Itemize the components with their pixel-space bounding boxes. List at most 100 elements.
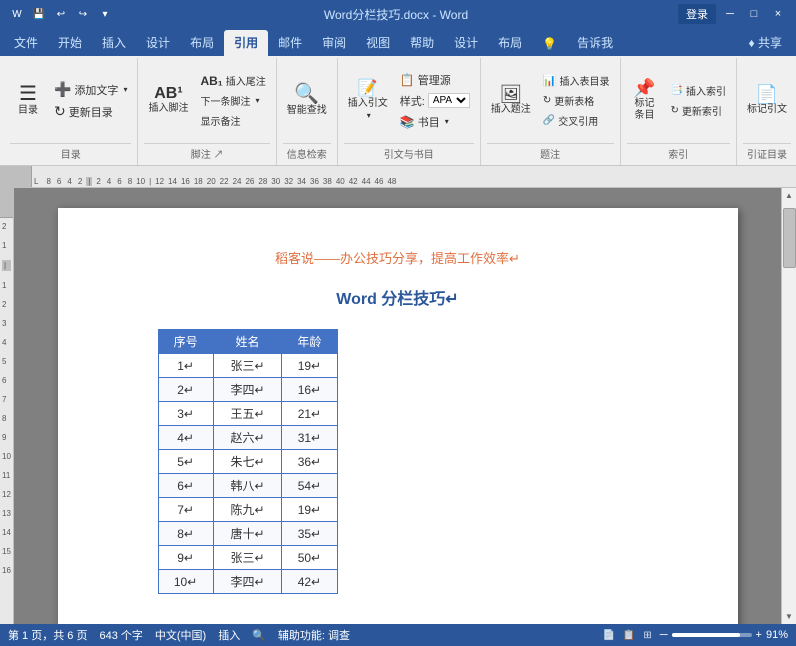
mark-citation-button[interactable]: 📄 标记引文	[743, 83, 791, 118]
minimize-button[interactable]: ─	[720, 4, 740, 24]
table-cell-3-1: 赵六↵	[213, 426, 282, 450]
zoom-filled	[672, 633, 740, 637]
manage-src-icon: 📋	[400, 73, 415, 87]
insert-endnote-button[interactable]: AB₁ 插入尾注	[196, 71, 269, 90]
tab-layout2[interactable]: 布局	[488, 30, 532, 56]
add-text-icon: ➕	[54, 81, 71, 98]
table-row: 4↵赵六↵31↵	[158, 426, 337, 450]
next-footnote-button[interactable]: 下一条脚注 ▾	[196, 91, 269, 110]
zoom-out-icon[interactable]: ─	[660, 629, 668, 641]
captions-group-label: 题注	[487, 143, 614, 163]
fn-arrow-icon: ▾	[255, 96, 259, 105]
maximize-button[interactable]: □	[744, 4, 764, 24]
v-ruler-top	[0, 188, 13, 218]
scroll-track[interactable]	[782, 203, 796, 609]
table-row: 10↵李四↵42↵	[158, 570, 337, 594]
smart-search-button[interactable]: 🔍 智能查找	[283, 82, 331, 119]
insert-index-button[interactable]: 📑 插入索引	[667, 81, 730, 100]
table-row: 9↵张三↵50↵	[158, 546, 337, 570]
search-group-label: 信息检索	[283, 143, 331, 163]
view-page-icon[interactable]: 📄	[602, 630, 614, 641]
table-cell-3-0: 4↵	[158, 426, 213, 450]
style-button[interactable]: 样式: APA	[396, 91, 474, 111]
citations-group-content: 📝 插入引文 ▾ 📋 管理源 样式: APA 📚 书目	[344, 60, 474, 141]
tab-help[interactable]: 帮助	[400, 30, 444, 56]
table-cell-6-1: 陈九↵	[213, 498, 282, 522]
tab-lightbulb-icon[interactable]: 💡	[532, 33, 567, 56]
update-toc-button[interactable]: ↻ 更新目录	[50, 101, 131, 122]
tab-mailings[interactable]: 邮件	[268, 30, 312, 56]
tab-references[interactable]: 引用	[224, 30, 268, 56]
title-bar-right: 登录 ─ □ ×	[678, 4, 788, 24]
tab-design2[interactable]: 设计	[444, 30, 488, 56]
toc-button[interactable]: ☰ 目录	[10, 82, 46, 119]
view-read-icon[interactable]: 📋	[623, 630, 635, 641]
insert-footnote-button[interactable]: AB¹ 插入脚注	[144, 84, 192, 117]
table-cell-0-0: 1↵	[158, 354, 213, 378]
more-qa-icon[interactable]: ▾	[96, 5, 114, 23]
save-icon[interactable]: 💾	[30, 5, 48, 23]
document-area[interactable]: 稻客说——办公技巧分享，提高工作效率↵ Word 分栏技巧↵ 序号 姓名 年龄 …	[14, 188, 781, 624]
footnotes-expand-icon[interactable]: ↗	[213, 150, 223, 161]
table-header-row: 序号 姓名 年龄	[158, 330, 337, 354]
insert-caption-button[interactable]: 🖼 插入题注	[487, 83, 535, 118]
table-cell-2-0: 3↵	[158, 402, 213, 426]
char-count: 643 个字	[99, 627, 142, 643]
update-index-button[interactable]: ↻ 更新索引	[667, 101, 730, 120]
update-table-button[interactable]: ↻ 更新表格	[539, 91, 614, 110]
ribbon-group-toc: ☰ 目录 ➕ 添加文字 ▾ ↻ 更新目录 目录	[4, 58, 138, 165]
table-cell-1-1: 李四↵	[213, 378, 282, 402]
mark-entry-button[interactable]: 📌 标记条目	[627, 77, 663, 124]
tab-share[interactable]: ♦ 共享	[739, 30, 792, 56]
update-index-icon: ↻	[671, 105, 679, 116]
manage-sources-button[interactable]: 📋 管理源	[396, 70, 474, 90]
view-web-icon[interactable]: ⊞	[643, 630, 651, 641]
scroll-down-arrow[interactable]: ▼	[782, 609, 796, 624]
cross-ref-button[interactable]: 🔗 交叉引用	[539, 111, 614, 130]
tab-insert[interactable]: 插入	[92, 30, 136, 56]
status-bar: 第 1 页，共 6 页 643 个字 中文(中国) 插入 🔍 辅助功能: 调查 …	[0, 624, 796, 646]
insert-citation-button[interactable]: 📝 插入引文 ▾	[344, 79, 392, 122]
index-stack: 📑 插入索引 ↻ 更新索引	[667, 81, 730, 120]
index-group-content: 📌 标记条目 📑 插入索引 ↻ 更新索引	[627, 60, 730, 141]
title-bar-left: W 💾 ↩ ↪ ▾	[8, 5, 114, 23]
zoom-in-icon[interactable]: +	[756, 629, 762, 641]
ribbon-group-citations: 📝 插入引文 ▾ 📋 管理源 样式: APA 📚 书目	[338, 58, 481, 165]
close-button[interactable]: ×	[768, 4, 788, 24]
table-cell-4-0: 5↵	[158, 450, 213, 474]
table-cell-8-2: 50↵	[282, 546, 337, 570]
add-text-button[interactable]: ➕ 添加文字 ▾	[50, 79, 131, 100]
show-notes-button[interactable]: 显示备注	[196, 111, 269, 130]
tab-review[interactable]: 审阅	[312, 30, 356, 56]
table-cell-7-2: 35↵	[282, 522, 337, 546]
zoom-slider[interactable]	[672, 633, 752, 637]
table-row: 5↵朱七↵36↵	[158, 450, 337, 474]
vertical-scrollbar[interactable]: ▲ ▼	[781, 188, 796, 624]
tab-view[interactable]: 视图	[356, 30, 400, 56]
table-cell-1-0: 2↵	[158, 378, 213, 402]
table-cell-7-1: 唐十↵	[213, 522, 282, 546]
scroll-thumb[interactable]	[783, 208, 796, 268]
tab-tellme[interactable]: 告诉我	[567, 30, 623, 56]
table-cell-2-2: 21↵	[282, 402, 337, 426]
tab-file[interactable]: 文件	[4, 30, 48, 56]
table-row: 7↵陈九↵19↵	[158, 498, 337, 522]
login-button[interactable]: 登录	[678, 4, 716, 24]
language: 中文(中国)	[155, 627, 206, 643]
undo-icon[interactable]: ↩	[52, 5, 70, 23]
bibliography-button[interactable]: 📚 书目 ▾	[396, 112, 474, 132]
table-cell-4-2: 36↵	[282, 450, 337, 474]
insert-table-fig-button[interactable]: 📊 插入表目录	[539, 71, 614, 90]
toc-icon: ☰	[19, 84, 37, 104]
toa-group-label: 引证目录	[743, 143, 791, 163]
tab-home[interactable]: 开始	[48, 30, 92, 56]
smart-search-icon: 🔍	[294, 84, 319, 104]
style-select[interactable]: APA	[428, 93, 470, 108]
scroll-up-arrow[interactable]: ▲	[782, 188, 796, 203]
tab-design[interactable]: 设计	[136, 30, 180, 56]
ribbon-group-captions: 🖼 插入题注 📊 插入表目录 ↻ 更新表格 🔗 交叉引用 题注	[481, 58, 621, 165]
table-cell-1-2: 16↵	[282, 378, 337, 402]
tab-layout[interactable]: 布局	[180, 30, 224, 56]
redo-icon[interactable]: ↪	[74, 5, 92, 23]
table-cell-5-1: 韩八↵	[213, 474, 282, 498]
